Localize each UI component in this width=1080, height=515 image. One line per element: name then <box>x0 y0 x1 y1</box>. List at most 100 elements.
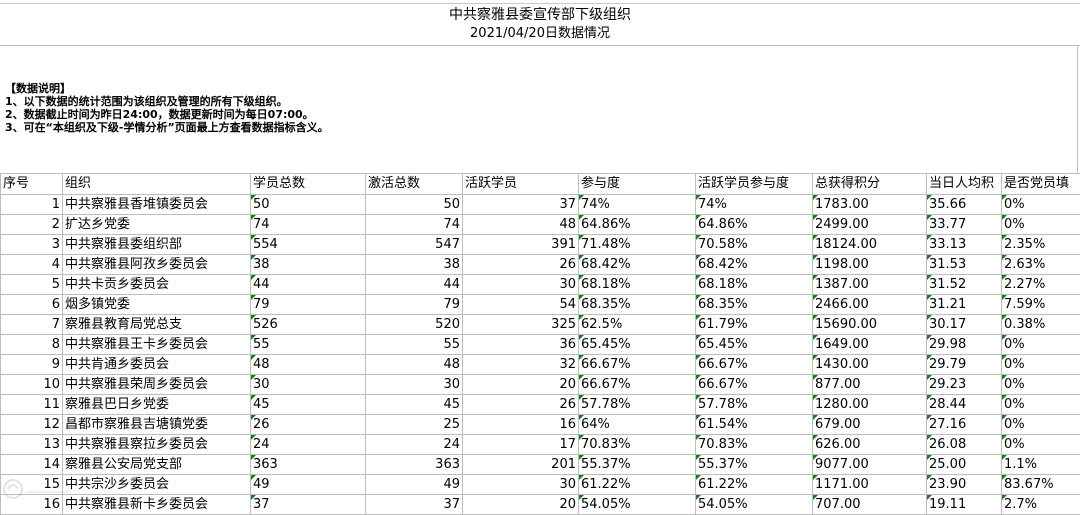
participation-rate-cell[interactable]: 64.86% <box>579 215 696 235</box>
activated-count-cell[interactable]: 44 <box>366 275 463 295</box>
total-points-cell[interactable]: 9077.00 <box>813 455 927 475</box>
active-members-cell[interactable]: 30 <box>463 475 579 495</box>
total-members-cell[interactable]: 55 <box>251 335 366 355</box>
daily-avg-points-cell[interactable]: 29.79 <box>927 355 1002 375</box>
active-participation-rate-cell[interactable]: 57.78% <box>696 395 813 415</box>
activated-count-cell[interactable]: 24 <box>366 435 463 455</box>
table-row[interactable]: 10中共察雅县荣周乡委员会30302066.67%66.67%877.0029.… <box>1 375 1080 395</box>
activated-count-cell[interactable]: 49 <box>366 475 463 495</box>
active-participation-rate-cell[interactable]: 61.54% <box>696 415 813 435</box>
participation-rate-cell[interactable]: 68.42% <box>579 255 696 275</box>
activated-count-cell[interactable]: 37 <box>366 495 463 515</box>
org-name-cell[interactable]: 中共察雅县荣周乡委员会 <box>63 375 251 395</box>
participation-rate-cell[interactable]: 65.45% <box>579 335 696 355</box>
total-members-cell[interactable]: 26 <box>251 415 366 435</box>
org-name-cell[interactable]: 中共察雅县香堆镇委员会 <box>63 195 251 215</box>
total-members-cell[interactable]: 50 <box>251 195 366 215</box>
org-name-cell[interactable]: 中共察雅县阿孜乡委员会 <box>63 255 251 275</box>
org-name-cell[interactable]: 扩达乡党委 <box>63 215 251 235</box>
org-name-cell[interactable]: 昌都市察雅县吉塘镇党委 <box>63 415 251 435</box>
participation-rate-cell[interactable]: 66.67% <box>579 355 696 375</box>
daily-avg-points-cell[interactable]: 19.11 <box>927 495 1002 515</box>
total-points-cell[interactable]: 1198.00 <box>813 255 927 275</box>
activated-count-cell[interactable]: 30 <box>366 375 463 395</box>
active-members-cell[interactable]: 325 <box>463 315 579 335</box>
col-header-active-members[interactable]: 活跃学员 <box>463 174 579 195</box>
activated-count-cell[interactable]: 79 <box>366 295 463 315</box>
activated-count-cell[interactable]: 50 <box>366 195 463 215</box>
daily-avg-points-cell[interactable]: 35.66 <box>927 195 1002 215</box>
row-index-cell[interactable]: 4 <box>1 255 63 275</box>
org-name-cell[interactable]: 察雅县教育局党总支 <box>63 315 251 335</box>
total-points-cell[interactable]: 1649.00 <box>813 335 927 355</box>
active-participation-rate-cell[interactable]: 68.42% <box>696 255 813 275</box>
participation-rate-cell[interactable]: 68.18% <box>579 275 696 295</box>
table-row[interactable]: 15中共宗沙乡委员会49493061.22%61.22%1171.0023.90… <box>1 475 1080 495</box>
participation-rate-cell[interactable]: 71.48% <box>579 235 696 255</box>
participation-rate-cell[interactable]: 66.67% <box>579 375 696 395</box>
total-members-cell[interactable]: 49 <box>251 475 366 495</box>
participation-rate-cell[interactable]: 62.5% <box>579 315 696 335</box>
table-row[interactable]: 9中共肯通乡委员会48483266.67%66.67%1430.0029.790… <box>1 355 1080 375</box>
activated-count-cell[interactable]: 547 <box>366 235 463 255</box>
total-members-cell[interactable]: 30 <box>251 375 366 395</box>
participation-rate-cell[interactable]: 64% <box>579 415 696 435</box>
total-points-cell[interactable]: 18124.00 <box>813 235 927 255</box>
col-header-daily-avg[interactable]: 当日人均积 <box>927 174 1002 195</box>
party-member-rate-cell[interactable]: 0.38% <box>1002 315 1080 335</box>
total-members-cell[interactable]: 44 <box>251 275 366 295</box>
daily-avg-points-cell[interactable]: 31.52 <box>927 275 1002 295</box>
table-row[interactable]: 4中共察雅县阿孜乡委员会38382668.42%68.42%1198.0031.… <box>1 255 1080 275</box>
table-row[interactable]: 7察雅县教育局党总支52652032562.5%61.79%15690.0030… <box>1 315 1080 335</box>
row-index-cell[interactable]: 3 <box>1 235 63 255</box>
party-member-rate-cell[interactable]: 0% <box>1002 415 1080 435</box>
active-members-cell[interactable]: 48 <box>463 215 579 235</box>
row-index-cell[interactable]: 11 <box>1 395 63 415</box>
daily-avg-points-cell[interactable]: 27.16 <box>927 415 1002 435</box>
participation-rate-cell[interactable]: 68.35% <box>579 295 696 315</box>
table-row[interactable]: 16中共察雅县新卡乡委员会37372054.05%54.05%707.0019.… <box>1 495 1080 515</box>
table-row[interactable]: 14察雅县公安局党支部36336320155.37%55.37%9077.002… <box>1 455 1080 475</box>
active-participation-rate-cell[interactable]: 64.86% <box>696 215 813 235</box>
org-name-cell[interactable]: 中共察雅县委组织部 <box>63 235 251 255</box>
total-points-cell[interactable]: 2466.00 <box>813 295 927 315</box>
col-header-party-member[interactable]: 是否党员填 <box>1002 174 1080 195</box>
activated-count-cell[interactable]: 520 <box>366 315 463 335</box>
active-members-cell[interactable]: 20 <box>463 375 579 395</box>
daily-avg-points-cell[interactable]: 30.17 <box>927 315 1002 335</box>
party-member-rate-cell[interactable]: 83.67% <box>1002 475 1080 495</box>
active-participation-rate-cell[interactable]: 61.22% <box>696 475 813 495</box>
active-members-cell[interactable]: 32 <box>463 355 579 375</box>
active-members-cell[interactable]: 20 <box>463 495 579 515</box>
party-member-rate-cell[interactable]: 0% <box>1002 375 1080 395</box>
active-participation-rate-cell[interactable]: 54.05% <box>696 495 813 515</box>
daily-avg-points-cell[interactable]: 29.23 <box>927 375 1002 395</box>
total-members-cell[interactable]: 79 <box>251 295 366 315</box>
row-index-cell[interactable]: 1 <box>1 195 63 215</box>
table-row[interactable]: 5中共卡贡乡委员会44443068.18%68.18%1387.0031.522… <box>1 275 1080 295</box>
total-members-cell[interactable]: 24 <box>251 435 366 455</box>
table-row[interactable]: 3中共察雅县委组织部55454739171.48%70.58%18124.003… <box>1 235 1080 255</box>
total-points-cell[interactable]: 1783.00 <box>813 195 927 215</box>
row-index-cell[interactable]: 2 <box>1 215 63 235</box>
org-name-cell[interactable]: 中共察雅县王卡乡委员会 <box>63 335 251 355</box>
row-index-cell[interactable]: 14 <box>1 455 63 475</box>
daily-avg-points-cell[interactable]: 25.00 <box>927 455 1002 475</box>
row-index-cell[interactable]: 8 <box>1 335 63 355</box>
active-members-cell[interactable]: 54 <box>463 295 579 315</box>
total-members-cell[interactable]: 48 <box>251 355 366 375</box>
row-index-cell[interactable]: 12 <box>1 415 63 435</box>
table-row[interactable]: 13中共察雅县察拉乡委员会24241770.83%70.83%626.0026.… <box>1 435 1080 455</box>
active-members-cell[interactable]: 391 <box>463 235 579 255</box>
party-member-rate-cell[interactable]: 0% <box>1002 195 1080 215</box>
participation-rate-cell[interactable]: 61.22% <box>579 475 696 495</box>
active-participation-rate-cell[interactable]: 70.83% <box>696 435 813 455</box>
active-members-cell[interactable]: 36 <box>463 335 579 355</box>
row-index-cell[interactable]: 6 <box>1 295 63 315</box>
total-members-cell[interactable]: 38 <box>251 255 366 275</box>
active-participation-rate-cell[interactable]: 65.45% <box>696 335 813 355</box>
total-points-cell[interactable]: 1430.00 <box>813 355 927 375</box>
total-members-cell[interactable]: 45 <box>251 395 366 415</box>
org-name-cell[interactable]: 烟多镇党委 <box>63 295 251 315</box>
col-header-activated[interactable]: 激活总数 <box>366 174 463 195</box>
